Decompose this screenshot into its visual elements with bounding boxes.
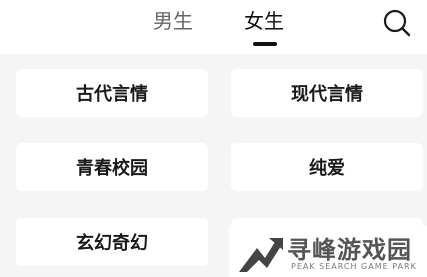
watermark-title: 寻峰游戏园 [287, 236, 412, 264]
top-bar: 男生 女生 [0, 0, 427, 54]
watermark-logo-icon [239, 238, 283, 272]
active-tab-indicator [253, 42, 277, 46]
category-card-fantasy[interactable]: 玄幻奇幻 [16, 218, 208, 266]
category-label: 现代言情 [291, 84, 363, 105]
watermark: 寻峰游戏园 PEAK SEARCH GAME PARK [229, 226, 427, 277]
search-button[interactable] [382, 8, 412, 38]
search-icon [383, 9, 411, 37]
tab-male[interactable]: 男生 [153, 8, 193, 34]
category-card-ancient-romance[interactable]: 古代言情 [16, 69, 208, 117]
category-card-pure-love[interactable]: 纯爱 [231, 143, 423, 191]
tab-female[interactable]: 女生 [244, 8, 284, 34]
category-label: 玄幻奇幻 [76, 233, 148, 254]
watermark-subtitle: PEAK SEARCH GAME PARK [291, 262, 417, 271]
category-card-modern-romance[interactable]: 现代言情 [231, 69, 423, 117]
category-label: 青春校园 [76, 158, 148, 179]
category-card-youth-campus[interactable]: 青春校园 [16, 143, 208, 191]
category-label: 纯爱 [309, 158, 345, 179]
category-label: 古代言情 [76, 84, 148, 105]
